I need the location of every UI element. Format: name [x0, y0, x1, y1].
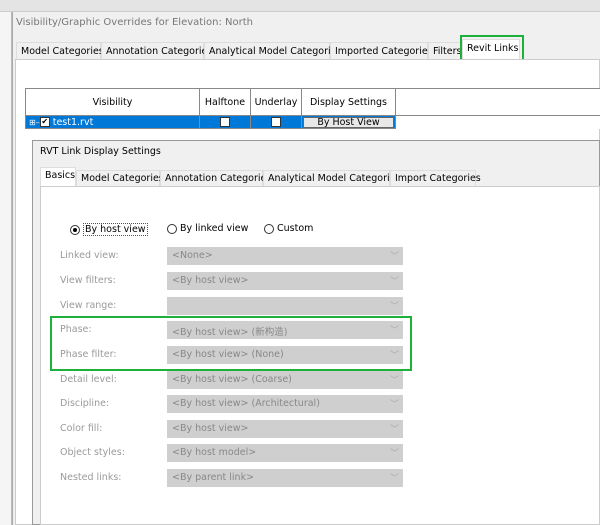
color-fill-label: Color fill:	[60, 423, 103, 434]
chevron-down-icon: ﹀	[389, 400, 399, 410]
radio-custom[interactable]: Custom	[264, 223, 313, 234]
table-row[interactable]: ⊞– ✔ test1.rvt By Host View	[25, 115, 600, 129]
tab-filters[interactable]: Filters	[428, 42, 462, 60]
dialog-title: Visibility/Graphic Overrides for Elevati…	[16, 17, 253, 28]
highlight-box-phase	[50, 316, 412, 371]
radio-icon	[167, 223, 177, 234]
dropdown-value: <By host view>	[172, 275, 249, 286]
tab-model-categories[interactable]: Model Categories	[16, 42, 104, 60]
dropdown-value: <By host view> (Coarse)	[172, 374, 292, 385]
header-halftone: Halftone	[199, 88, 251, 116]
dropdown-value: <By host view>	[172, 423, 249, 434]
chevron-down-icon: ﹀	[389, 277, 399, 287]
color-fill-dropdown[interactable]: <By host view> ﹀	[167, 420, 403, 438]
tab-annotation-categories[interactable]: Annotation Categories	[101, 42, 212, 60]
nested-links-label: Nested links:	[60, 472, 122, 483]
object-styles-label: Object styles:	[60, 447, 125, 458]
tab-annotation-categories-inner[interactable]: Annotation Categories	[160, 170, 271, 187]
nested-links-dropdown[interactable]: <By parent link> ﹀	[167, 469, 403, 487]
tab-import-categories[interactable]: Import Categories	[390, 170, 481, 187]
display-settings-button[interactable]: By Host View	[303, 116, 394, 128]
tab-basics[interactable]: Basics	[40, 167, 76, 187]
linked-view-dropdown[interactable]: <None> ﹀	[167, 247, 403, 265]
header-display-settings: Display Settings	[301, 88, 396, 116]
detail-level-dropdown[interactable]: <By host view> (Coarse) ﹀	[167, 371, 403, 389]
background-toolbar	[0, 0, 600, 12]
chevron-down-icon: ﹀	[389, 425, 399, 435]
radio-selected-icon	[70, 224, 80, 235]
chevron-down-icon: ﹀	[389, 449, 399, 459]
visibility-checkbox[interactable]: ✔	[39, 117, 50, 127]
inner-dialog-title: RVT Link Display Settings	[40, 146, 161, 157]
chevron-down-icon: ﹀	[389, 302, 399, 312]
detail-level-label: Detail level:	[60, 374, 117, 385]
tab-analytical-model-categories-inner[interactable]: Analytical Model Categories	[263, 170, 400, 187]
chevron-down-icon: ﹀	[389, 252, 399, 262]
view-range-label: View range:	[60, 300, 117, 311]
link-name: test1.rvt	[52, 116, 94, 128]
view-filters-label: View filters:	[60, 275, 116, 286]
header-visibility: Visibility	[25, 88, 200, 116]
radio-label: By host view	[83, 223, 148, 236]
dropdown-value: <None>	[172, 250, 213, 261]
dropdown-value: <By parent link>	[172, 472, 255, 483]
links-table: Visibility Halftone Underlay Display Set…	[25, 88, 600, 129]
discipline-dropdown[interactable]: <By host view> (Architectural) ﹀	[167, 395, 403, 413]
tab-model-categories-inner[interactable]: Model Categories	[76, 170, 164, 187]
object-styles-dropdown[interactable]: <By host model> ﹀	[167, 444, 403, 462]
tab-analytical-model-categories[interactable]: Analytical Model Categories	[204, 42, 341, 60]
background-project-browser	[0, 12, 12, 525]
view-filters-dropdown[interactable]: <By host view> ﹀	[167, 272, 403, 290]
expand-icon[interactable]: ⊞–	[29, 118, 40, 127]
chevron-down-icon: ﹀	[389, 474, 399, 484]
dropdown-value: <By host model>	[172, 447, 257, 458]
radio-icon	[264, 223, 274, 234]
linked-view-label: Linked view:	[60, 250, 119, 261]
header-empty	[395, 88, 600, 116]
radio-label: Custom	[277, 223, 314, 234]
header-underlay: Underlay	[250, 88, 302, 116]
halftone-checkbox[interactable]	[220, 117, 230, 127]
dropdown-value: <By host view> (Architectural)	[172, 398, 320, 409]
discipline-label: Discipline:	[60, 398, 110, 409]
radio-by-linked-view[interactable]: By linked view	[167, 223, 248, 234]
tab-imported-categories[interactable]: Imported Categories	[330, 42, 433, 60]
underlay-checkbox[interactable]	[271, 117, 281, 127]
chevron-down-icon: ﹀	[389, 376, 399, 386]
view-range-dropdown[interactable]: ﹀	[167, 297, 403, 315]
radio-label: By linked view	[180, 223, 249, 234]
radio-by-host-view[interactable]: By host view	[70, 223, 148, 236]
